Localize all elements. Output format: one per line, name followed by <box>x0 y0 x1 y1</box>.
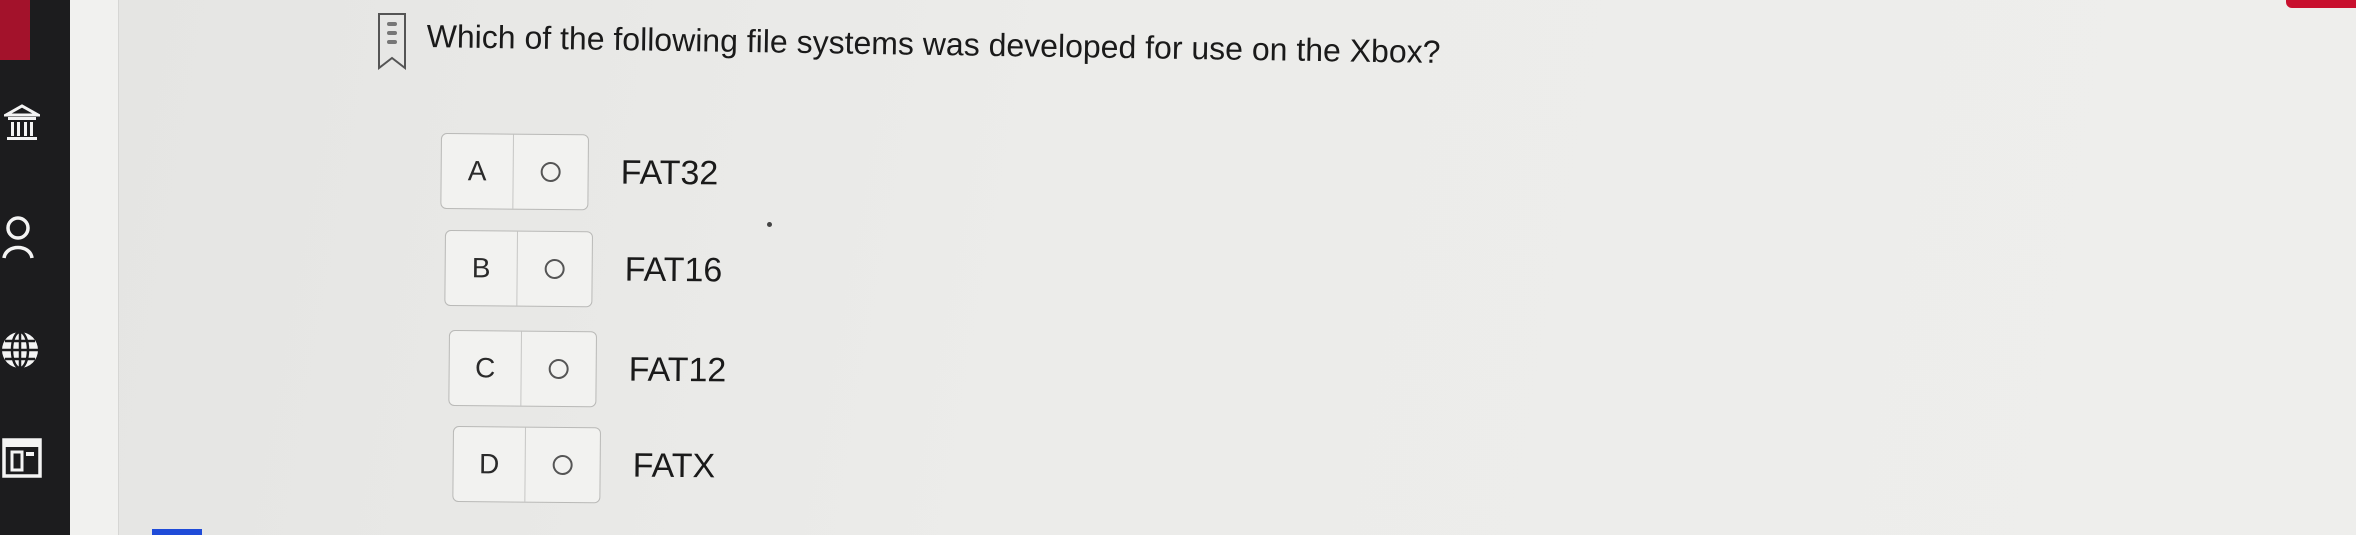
option-d-text: FATX <box>632 446 716 485</box>
screen-speck <box>767 222 772 227</box>
option-c-box[interactable]: C <box>448 330 597 408</box>
radio-circle-icon[interactable] <box>552 454 573 476</box>
user-icon[interactable] <box>0 212 44 262</box>
option-a[interactable]: A FAT32 <box>440 133 718 211</box>
quiz-page: Which of the following file systems was … <box>0 0 2356 535</box>
option-d-letter: D <box>453 427 526 502</box>
bookmark-icon[interactable] <box>377 12 407 71</box>
rail-accent <box>0 0 30 60</box>
globe-icon[interactable] <box>0 325 44 375</box>
option-b-box[interactable]: B <box>444 230 593 308</box>
radio-circle-icon[interactable] <box>544 258 565 280</box>
option-c-radio[interactable] <box>521 332 596 407</box>
left-nav-rail <box>0 0 70 535</box>
radio-circle-icon[interactable] <box>548 358 569 380</box>
bottom-accent <box>152 529 202 535</box>
option-b-text: FAT16 <box>624 250 723 289</box>
institution-icon[interactable] <box>0 98 44 148</box>
radio-circle-icon[interactable] <box>540 161 561 183</box>
option-d-radio[interactable] <box>525 428 600 503</box>
option-a-text: FAT32 <box>620 153 719 192</box>
top-accent <box>2286 0 2356 8</box>
option-a-box[interactable]: A <box>440 133 589 211</box>
option-b-letter: B <box>445 231 518 306</box>
calendar-icon[interactable] <box>0 432 44 482</box>
option-a-radio[interactable] <box>513 135 588 210</box>
sidebar-gutter <box>70 0 119 535</box>
option-c-letter: C <box>449 331 522 406</box>
option-c[interactable]: C FAT12 <box>448 330 726 408</box>
option-a-letter: A <box>441 134 514 209</box>
option-d[interactable]: D FATX <box>452 426 715 504</box>
option-d-box[interactable]: D <box>452 426 601 504</box>
option-b[interactable]: B FAT16 <box>444 230 722 308</box>
option-c-text: FAT12 <box>628 350 727 389</box>
option-b-radio[interactable] <box>517 232 592 307</box>
question-text: Which of the following file systems was … <box>426 18 1441 70</box>
